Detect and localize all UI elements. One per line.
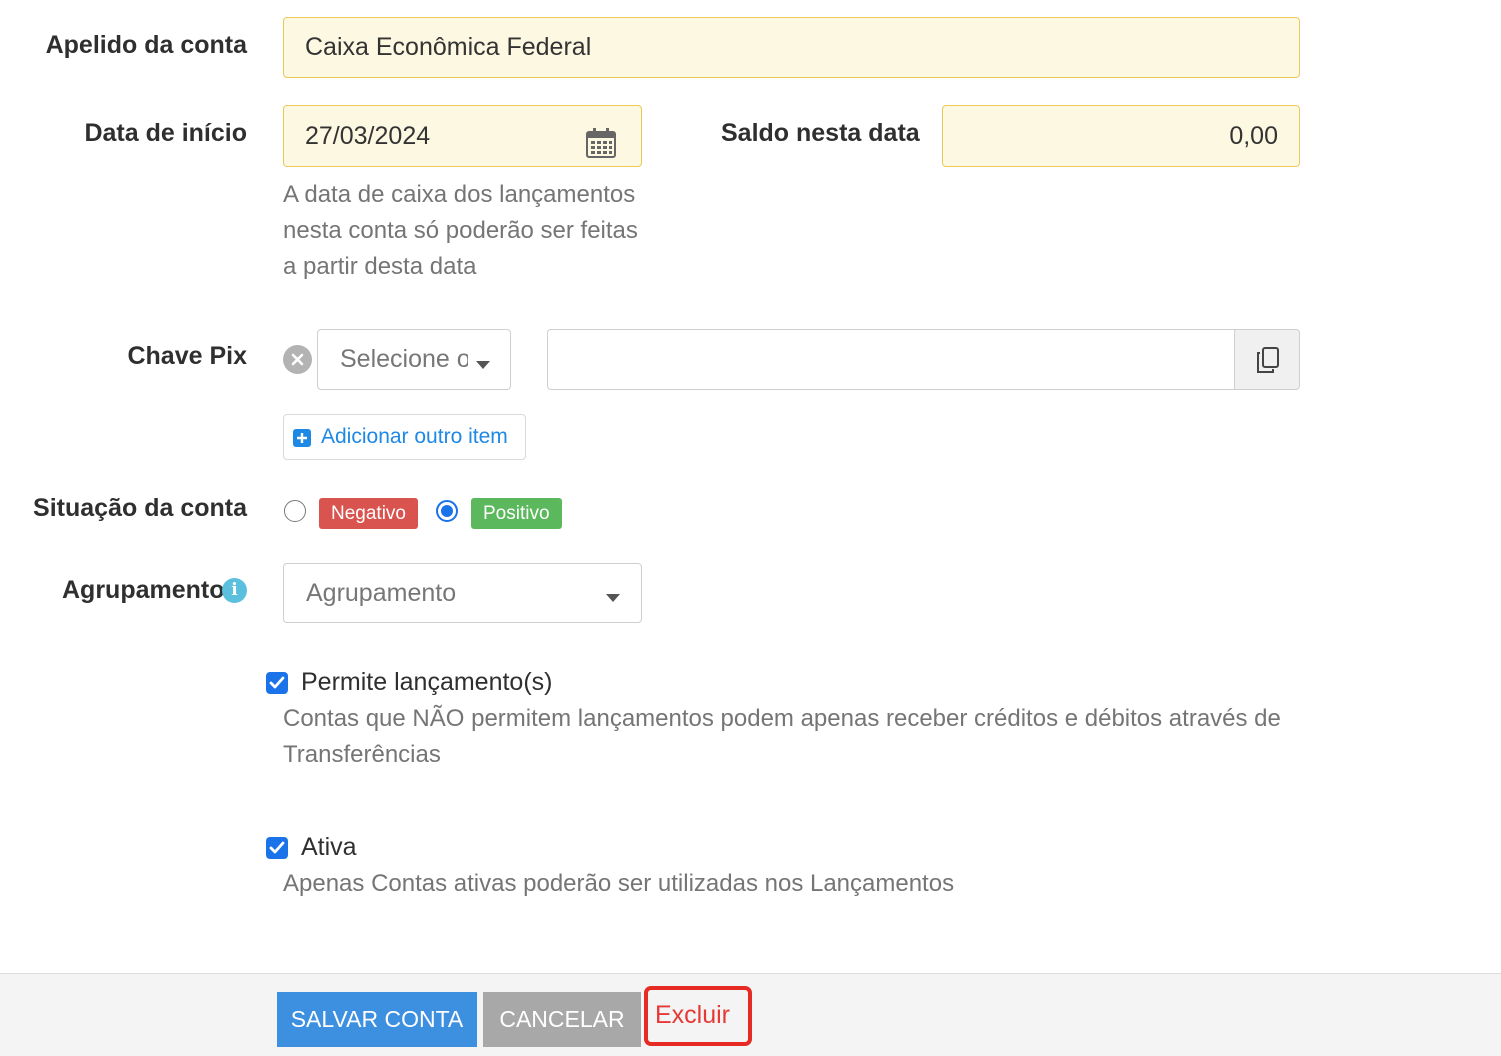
- pix-type-select[interactable]: Selecione o t: [317, 329, 511, 390]
- pix-label: Chave Pix: [127, 342, 247, 370]
- allow-entries-label[interactable]: Permite lançamento(s): [301, 668, 552, 697]
- info-icon[interactable]: i: [222, 578, 247, 603]
- add-pix-item-label: Adicionar outro item: [321, 425, 508, 448]
- clear-icon[interactable]: [283, 345, 312, 374]
- status-radio-negative[interactable]: [284, 500, 306, 522]
- add-pix-item-button[interactable]: Adicionar outro item: [283, 414, 526, 460]
- delete-button[interactable]: Excluir: [644, 986, 752, 1046]
- nickname-input[interactable]: [283, 17, 1300, 78]
- status-label: Situação da conta: [33, 494, 247, 522]
- pix-key-input[interactable]: [547, 329, 1235, 390]
- allow-entries-checkbox[interactable]: [266, 672, 288, 694]
- start-date-field[interactable]: 27/03/2024: [283, 105, 642, 167]
- copy-icon: [1256, 347, 1280, 379]
- allow-entries-help: Contas que NÃO permitem lançamentos pode…: [283, 705, 1281, 768]
- active-checkbox[interactable]: [266, 837, 288, 859]
- chevron-down-icon: [606, 590, 620, 608]
- plus-square-icon: [293, 429, 311, 447]
- balance-label: Saldo nesta data: [721, 119, 920, 147]
- save-button[interactable]: SALVAR CONTA: [277, 992, 477, 1047]
- start-date-value: 27/03/2024: [305, 122, 431, 150]
- start-date-help: A data de caixa dos lançamentos nesta co…: [283, 181, 638, 280]
- chevron-down-icon: [476, 357, 490, 375]
- pix-type-placeholder: Selecione o t: [340, 345, 468, 373]
- balance-input[interactable]: [942, 105, 1300, 167]
- checkmark-icon: [269, 676, 285, 689]
- nickname-label: Apelido da conta: [45, 31, 247, 59]
- copy-button[interactable]: [1234, 329, 1300, 390]
- grouping-select[interactable]: Agrupamento: [283, 563, 642, 623]
- status-radio-positive[interactable]: [436, 500, 458, 522]
- status-badge-positive[interactable]: Positivo: [471, 498, 562, 529]
- active-help: Apenas Contas ativas poderão ser utiliza…: [283, 870, 955, 897]
- cancel-button[interactable]: CANCELAR: [483, 992, 641, 1047]
- grouping-label: Agrupamento: [62, 576, 225, 604]
- delete-label: Excluir: [655, 1001, 731, 1029]
- grouping-placeholder: Agrupamento: [306, 579, 457, 607]
- active-label[interactable]: Ativa: [301, 833, 357, 862]
- start-date-label: Data de início: [84, 119, 247, 147]
- calendar-icon[interactable]: [585, 121, 617, 158]
- checkmark-icon: [269, 841, 285, 854]
- form-footer: SALVAR CONTA CANCELAR Excluir: [0, 973, 1501, 1056]
- status-badge-negative[interactable]: Negativo: [319, 498, 418, 529]
